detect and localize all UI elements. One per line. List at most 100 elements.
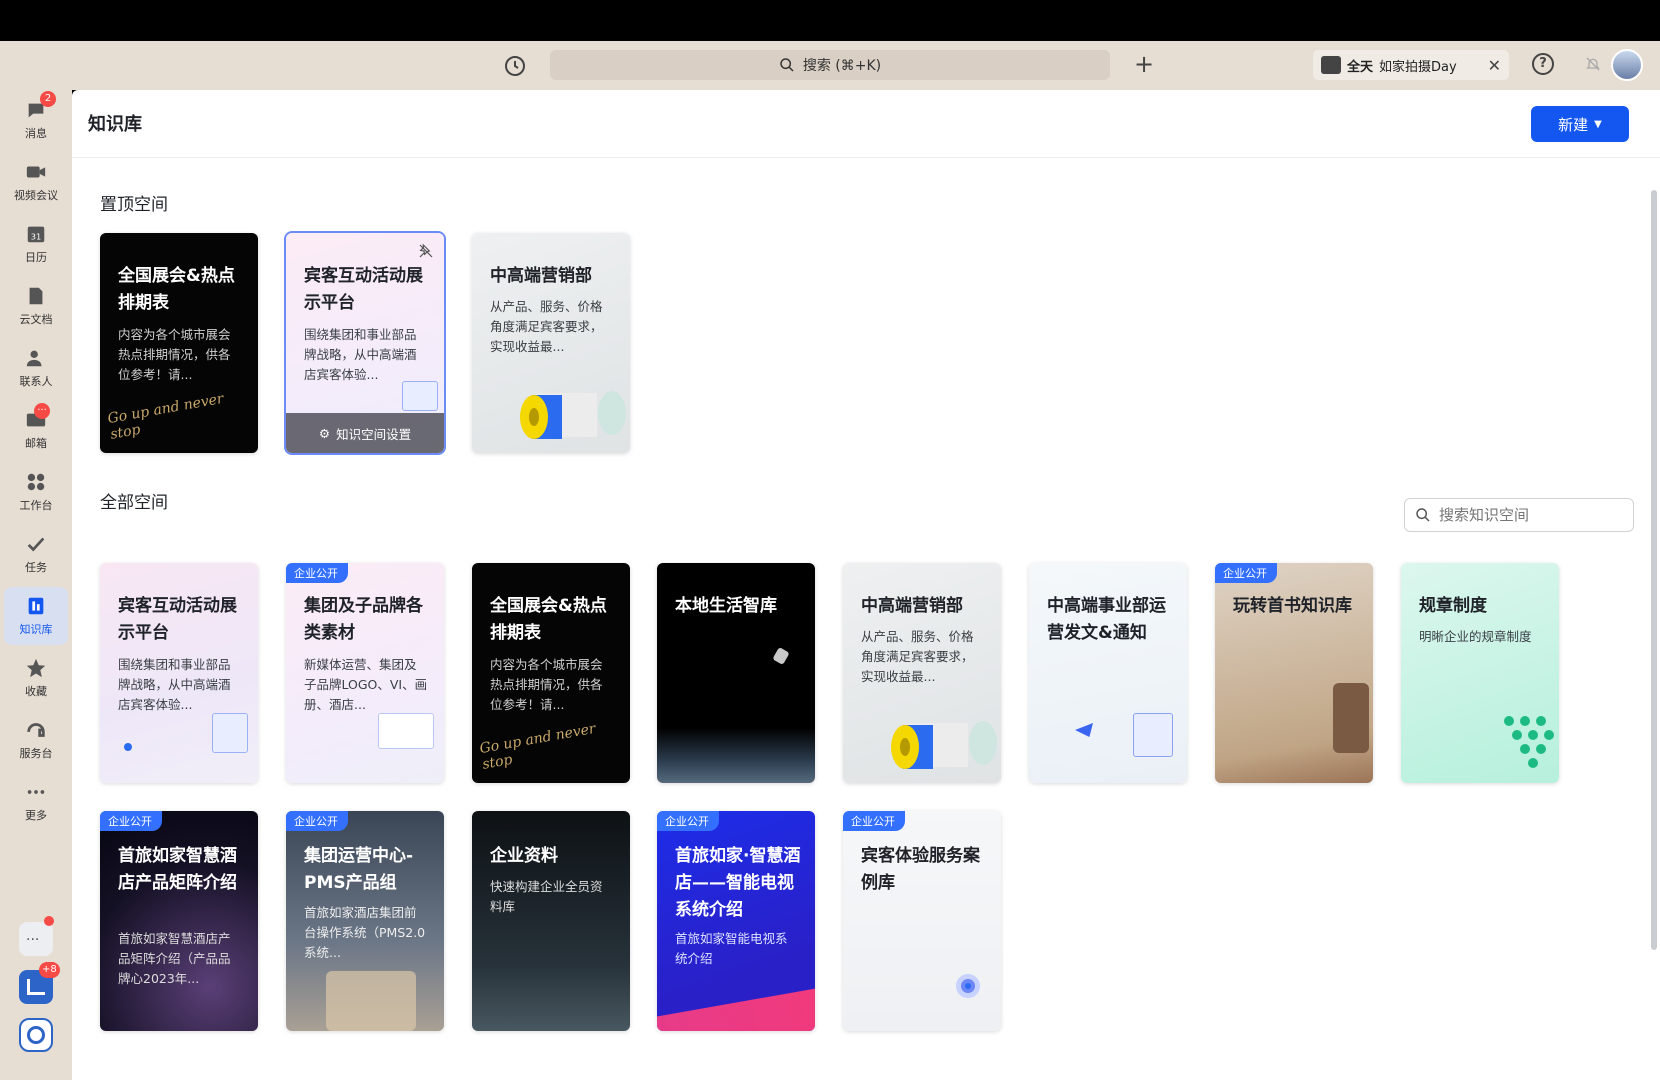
card-title: 中高端事业部运营发文&通知 [1047, 596, 1166, 643]
page-title: 知识库 [88, 114, 142, 135]
card-desc: 首旅如家酒店集团前台操作系统（PMS2.0系统... [304, 905, 426, 960]
pink-stripe-decoration [657, 984, 815, 1031]
space-card[interactable]: 企业公开 宾客体验服务案例库 [843, 811, 1001, 1031]
sidebar-item-tasks[interactable]: 任务 [4, 525, 68, 583]
space-card[interactable]: 企业公开 玩转首书知识库 [1215, 563, 1373, 783]
card-title: 集团及子品牌各类素材 [304, 596, 423, 643]
paper-plane-illustration [1075, 723, 1093, 737]
sidebar-item-workbench[interactable]: 工作台 [4, 463, 68, 521]
sidebar-item-label: 服务台 [19, 747, 53, 760]
space-settings-label: 知识空间设置 [336, 426, 412, 442]
card-desc: 围绕集团和事业部品牌战略，从中高端酒店宾客体验... [118, 657, 231, 712]
sidebar-item-mail[interactable]: 邮箱 ··· [4, 401, 68, 459]
space-card[interactable]: 企业公开 首旅如家·智慧酒店——智能电视系统介绍 首旅如家智能电视系统介绍 [657, 811, 815, 1031]
sidebar-item-docs[interactable]: 云文档 [4, 277, 68, 335]
ancient-scroll-illustration [1333, 683, 1369, 753]
tape-roll-illustration [520, 391, 626, 439]
pinned-card[interactable]: 中高端营销部 从产品、服务、价格角度满足宾客要求，实现收益最... [472, 233, 630, 453]
public-tag: 企业公开 [1215, 563, 1277, 583]
card-desc: 内容为各个城市展会热点排期情况，供各位参考！请... [118, 327, 231, 382]
search-icon [780, 58, 794, 72]
space-card[interactable]: 企业资料 快速构建企业全员资料库 [472, 811, 630, 1031]
chevron-down-icon: ▼ [1594, 118, 1602, 130]
sidebar-item-knowledge-base[interactable]: 知识库 [4, 587, 68, 645]
event-title: 如家拍摄Day [1379, 59, 1457, 75]
sidebar-item-label: 更多 [25, 809, 47, 822]
new-button-label: 新建 [1558, 115, 1589, 134]
unpin-icon[interactable] [418, 243, 434, 259]
pinned-section-title: 置顶空间 [100, 195, 168, 215]
space-card[interactable]: 企业公开 集团及子品牌各类素材 新媒体运营、集团及子品牌LOGO、VI、画册、酒… [286, 563, 444, 783]
space-card[interactable]: 本地生活智库 [657, 563, 815, 783]
more-apps-icon[interactable]: ··· [19, 916, 54, 956]
space-card[interactable]: 企业公开 集团运营中心-PMS产品组 首旅如家酒店集团前台操作系统（PMS2.0… [286, 811, 444, 1031]
card-title: 全国展会&热点排期表 [490, 596, 607, 643]
card-title: 集团运营中心-PMS产品组 [304, 846, 414, 893]
page-header: 知识库 新建 ▼ [72, 90, 1660, 158]
sidebar-item-label: 消息 [25, 127, 47, 140]
video-camera-icon [26, 166, 46, 178]
sidebar-item-contacts[interactable]: 联系人 [4, 339, 68, 397]
document-illustration [212, 713, 248, 753]
pinned-card[interactable]: 宾客互动活动展示平台 围绕集团和事业部品牌战略，从中高端酒店宾客体验... ⚙ … [286, 233, 444, 453]
tape-roll-illustration [891, 721, 997, 769]
space-card[interactable]: 全国展会&热点排期表 内容为各个城市展会热点排期情况，供各位参考！请... Go… [472, 563, 630, 783]
card-title: 宾客互动活动展示平台 [118, 596, 237, 643]
add-icon[interactable]: + [1132, 52, 1156, 76]
sidebar-item-label: 知识库 [19, 623, 53, 636]
sidebar-item-messages[interactable]: 消息 2 [4, 91, 68, 149]
analytics-app-icon[interactable]: +8 [19, 962, 60, 1004]
task-check-icon [27, 537, 45, 552]
card-desc: 首旅如家智慧酒店产品矩阵介绍（产品品牌心2023年... [118, 931, 231, 986]
star-icon [26, 658, 46, 678]
sidebar-item-favorites[interactable]: 收藏 [4, 649, 68, 707]
chair-table-illustration [326, 971, 416, 1031]
svg-text:31: 31 [31, 232, 42, 242]
workbench-icon [27, 473, 45, 491]
sidebar-item-label: 视频会议 [14, 189, 58, 202]
unread-badge: 2 [40, 91, 56, 107]
space-card[interactable]: 中高端营销部 从产品、服务、价格角度满足宾客要求，实现收益最... [843, 563, 1001, 783]
scrollbar[interactable] [1651, 190, 1657, 950]
user-avatar[interactable] [1611, 49, 1643, 81]
history-icon[interactable] [503, 54, 527, 78]
bell-muted-icon[interactable] [1585, 56, 1601, 72]
sidebar-item-calendar[interactable]: 31 日历 [4, 215, 68, 273]
pinned-card[interactable]: 全国展会&热点排期表 内容为各个城市展会热点排期情况，供各位参考！请... Go… [100, 233, 258, 453]
more-dots-icon [27, 790, 45, 794]
sidebar-item-video-meeting[interactable]: 视频会议 [4, 153, 68, 211]
new-button[interactable]: 新建 ▼ [1531, 106, 1629, 142]
knowledge-space-search-input[interactable] [1439, 506, 1609, 524]
space-card[interactable]: 企业公开 首旅如家智慧酒店产品矩阵介绍 首旅如家智慧酒店产品矩阵介绍（产品品牌心… [100, 811, 258, 1031]
space-settings-bar[interactable]: ⚙ 知识空间设置 [286, 413, 444, 453]
global-search-bar[interactable]: 搜索 (⌘+K) [550, 50, 1110, 80]
card-title: 中高端营销部 [490, 266, 592, 286]
space-card[interactable]: 规章制度 明晰企业的规章制度 [1401, 563, 1559, 783]
sidebar-item-service-desk[interactable]: 服务台 [4, 711, 68, 769]
close-icon[interactable]: ✕ [1488, 56, 1501, 75]
card-title: 规章制度 [1419, 596, 1487, 616]
app-logo-icon[interactable] [19, 1018, 53, 1052]
calendar-event-icon [1321, 56, 1341, 74]
knowledge-space-search[interactable] [1404, 498, 1634, 532]
sidebar-item-label: 联系人 [19, 375, 53, 388]
dots-pattern-decoration [1504, 716, 1554, 768]
help-icon[interactable]: ? [1532, 53, 1554, 75]
dot-decoration [124, 743, 132, 751]
target-illustration [956, 974, 980, 998]
space-card[interactable]: 中高端事业部运营发文&通知 [1029, 563, 1187, 783]
public-tag: 企业公开 [843, 811, 905, 831]
card-title: 玩转首书知识库 [1233, 596, 1352, 616]
space-card[interactable]: 宾客互动活动展示平台 围绕集团和事业部品牌战略，从中高端酒店宾客体验... [100, 563, 258, 783]
sidebar-item-label: 收藏 [25, 685, 47, 698]
calendar-event-chip[interactable]: 全天 如家拍摄Day ✕ [1313, 50, 1509, 80]
sidebar-item-more[interactable]: 更多 [4, 773, 68, 831]
document-illustration [402, 381, 438, 411]
sidebar: 消息 2 视频会议 31 日历 云文档 联系人 邮箱 ··· 工作台 任务 知识… [0, 90, 72, 1080]
card-title: 全国展会&热点排期表 [118, 266, 235, 313]
card-desc: 从产品、服务、价格角度满足宾客要求，实现收益最... [490, 299, 603, 354]
card-title: 本地生活智库 [675, 596, 777, 616]
sidebar-item-label: 工作台 [19, 499, 53, 512]
event-allday-label: 全天 [1347, 59, 1374, 75]
document-illustration [1133, 713, 1173, 757]
